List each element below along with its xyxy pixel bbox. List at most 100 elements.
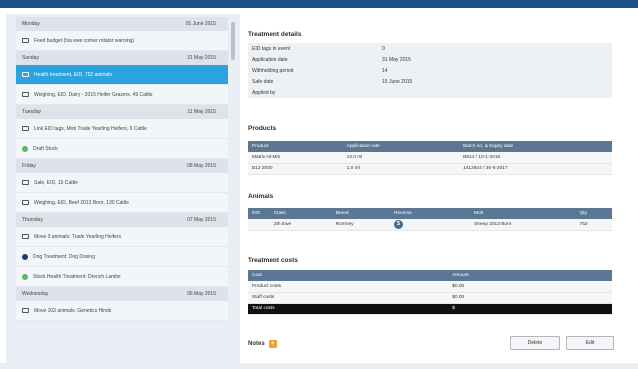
monitor-icon (22, 200, 29, 205)
top-header-bar (0, 0, 638, 8)
column-header: Cost (248, 270, 449, 281)
note-add-icon[interactable]: + (268, 340, 277, 348)
bottom-strip (0, 363, 638, 369)
detail-key: Withholding period (252, 67, 294, 74)
table-cell: 2th Ewe (269, 219, 332, 231)
monitor-icon (22, 92, 29, 97)
day-date: 07 May 2015 (187, 217, 216, 223)
detail-key: EID tags in event (252, 45, 291, 52)
detail-value: 15 June 2015 (382, 78, 413, 85)
products-table: Product Application rate Batch no. & Expir… (248, 141, 612, 175)
column-header: EID (248, 208, 270, 219)
day-header: Thursday 07 May 2015 (16, 213, 228, 227)
day-name: Thursday (22, 217, 43, 223)
table-header-row: EID Class Breed Reverse Mob Qty (248, 208, 612, 219)
treatment-costs-heading: Treatment costs (248, 257, 298, 264)
day-date: 01 June 2015 (185, 21, 216, 27)
treatment-details-heading: Treatment details (248, 31, 302, 38)
table-cell: Sheep 2013 Born (470, 219, 576, 231)
event-item-label: Stock Health Treatment: Drench Lambs (33, 273, 121, 280)
monitor-icon (22, 72, 29, 77)
products-heading: Products (248, 125, 277, 132)
table-cell: B12 2000 (248, 163, 343, 175)
event-item[interactable]: Move 3 animals: Trade Yearling Heifers (16, 227, 228, 247)
event-item-label: Move 3 animals: Trade Yearling Heifers (34, 233, 121, 240)
event-item[interactable]: Dog Treatment: Dog Dosing (16, 247, 228, 267)
event-item[interactable]: Health treatment, EID, 752 animals (16, 65, 228, 85)
event-item-label: Link EID tags, Mob Trade Yearling Heifer… (34, 125, 147, 132)
day-date: 31 May 2015 (187, 55, 216, 61)
animals-table: EID Class Breed Reverse Mob Qty 2th Ewe Romney S… (248, 208, 612, 231)
table-cell: 752 (575, 219, 612, 231)
reverse-badge[interactable]: S (393, 219, 403, 229)
table-row: Product costs $0.00 (248, 281, 612, 293)
detail-key: Safe date (252, 78, 274, 85)
table-cell: $0.00 (448, 281, 612, 293)
event-item[interactable]: Weighing, EID, Dairy - 2015 Heifer Graze… (16, 85, 228, 105)
monitor-icon (22, 38, 29, 43)
event-item[interactable]: Sale, EID, 15 Cattle (16, 173, 228, 193)
table-cell: 1.0 ml (342, 163, 460, 175)
table-cell: 14.0 ml (342, 152, 460, 164)
edit-button[interactable]: Edit (566, 336, 614, 350)
day-name: Tuesday (22, 109, 41, 115)
green-dot-icon (22, 273, 28, 280)
day-name: Friday (22, 163, 36, 169)
event-item-label: Move 103 animals: Genetics Hinds (34, 307, 112, 314)
treatment-detail-row: EID tags in event 0 (248, 43, 612, 54)
day-name: Sunday (22, 55, 39, 61)
event-item[interactable]: Move 103 animals: Genetics Hinds (16, 301, 228, 321)
event-item-label: Weighing, EID, Beef 2013 Born, 130 Cattl… (34, 199, 129, 206)
notes-label: Notes (248, 341, 265, 347)
event-item[interactable]: Stock Health Treatment: Drench Lambs (16, 267, 228, 287)
column-header: Batch no. & Expiry date (459, 141, 612, 152)
day-header: Sunday 31 May 2015 (16, 51, 228, 65)
event-item-label: Feed budget (hia ewe comer rotator warni… (34, 37, 135, 44)
green-dot-icon (22, 145, 28, 152)
event-item-label: Draft Stock (33, 145, 58, 152)
treatment-detail-row: Withholding period 14 (248, 65, 612, 76)
table-cell: Product costs (248, 281, 449, 293)
treatment-details-box: EID tags in event 0 Application date 31 May… (248, 43, 612, 98)
day-date: 11 May 2015 (187, 109, 216, 115)
day-date: 08 May 2015 (187, 163, 216, 169)
delete-button[interactable]: Delete (510, 336, 560, 350)
event-item-label: Dog Treatment: Dog Dosing (33, 253, 95, 260)
column-header: Qty (575, 208, 612, 219)
table-row: B12 2000 1.0 ml 1412924 / 30-6-2017 (248, 163, 612, 175)
table-row: Matrix Hi-Min 14.0 ml B914 / 10-1-2016 (248, 152, 612, 164)
notes-row[interactable]: Notes + (248, 340, 277, 348)
total-cell: $ (448, 303, 612, 315)
event-item-label: Health treatment, EID, 752 animals (34, 71, 112, 78)
table-cell: $0.00 (448, 292, 612, 304)
column-header: Amount (448, 270, 612, 281)
costs-table: Cost Amount Product costs $0.00 Staff costs $… (248, 270, 612, 315)
event-item[interactable]: Link EID tags, Mob Trade Yearling Heifer… (16, 119, 228, 139)
table-header-row: Cost Amount (248, 270, 612, 281)
event-list: Monday 01 June 2015 Feed budget (hia ewe c… (16, 17, 228, 367)
event-item[interactable]: Weighing, EID, Beef 2013 Born, 130 Cattl… (16, 193, 228, 213)
table-cell: 1412924 / 30-6-2017 (459, 163, 612, 175)
day-header: Friday 08 May 2015 (16, 159, 228, 173)
column-header: Breed (331, 208, 390, 219)
event-item[interactable]: Draft Stock (16, 139, 228, 159)
day-header: Tuesday 11 May 2015 (16, 105, 228, 119)
table-cell: Romney (331, 219, 390, 231)
table-cell: Matrix Hi-Min (248, 152, 343, 164)
day-header: Wednesday 06 May 2015 (16, 287, 228, 301)
treatment-detail-row: Application date 31 May 2015 (248, 54, 612, 65)
column-header: Class (269, 208, 332, 219)
monitor-icon (22, 180, 29, 185)
monitor-icon (22, 308, 29, 313)
detail-value: 14 (382, 67, 388, 74)
detail-key: Applied by (252, 89, 276, 96)
detail-panel: Treatment details EID tags in event 0 Appl… (248, 14, 618, 369)
event-item[interactable]: Feed budget (hia ewe comer rotator warni… (16, 31, 228, 51)
animals-heading: Animals (248, 193, 274, 200)
table-cell (248, 219, 270, 231)
day-date: 06 May 2015 (187, 291, 216, 297)
list-scrollbar[interactable] (231, 22, 235, 60)
treatment-detail-row: Safe date 15 June 2015 (248, 76, 612, 87)
navy-dot-icon (22, 253, 28, 260)
total-cell: Total costs (248, 303, 449, 315)
